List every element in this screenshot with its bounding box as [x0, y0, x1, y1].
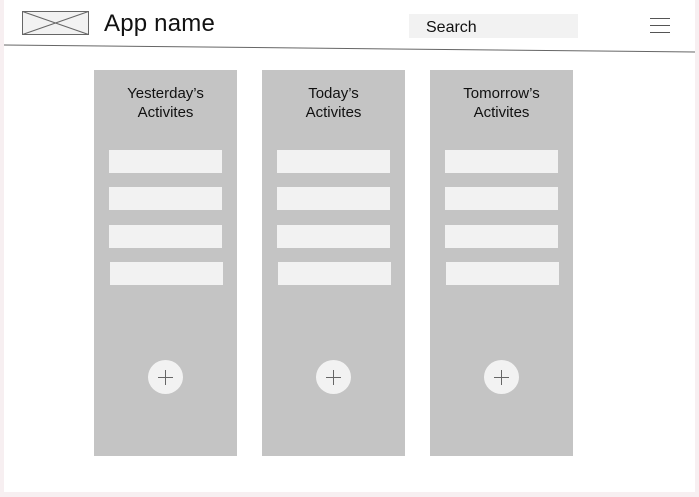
app-name: App name	[104, 10, 216, 37]
app-frame: App name Yesterday’s Activites Today’s A…	[4, 0, 696, 492]
plus-icon	[494, 370, 509, 385]
search-input[interactable]	[409, 14, 578, 38]
column-yesterday: Yesterday’s Activites	[94, 70, 237, 456]
task-item[interactable]	[445, 187, 558, 210]
column-today: Today’s Activites	[262, 70, 405, 456]
column-title: Tomorrow’s Activites	[463, 85, 540, 121]
column-title: Yesterday’s Activites	[127, 85, 204, 121]
task-item[interactable]	[445, 150, 558, 173]
task-item[interactable]	[109, 150, 222, 173]
plus-icon	[326, 370, 341, 385]
task-item[interactable]	[278, 262, 391, 285]
header-divider	[4, 44, 696, 53]
column-tomorrow: Tomorrow’s Activites	[430, 70, 573, 456]
task-item[interactable]	[109, 187, 222, 210]
add-activity-button[interactable]	[484, 360, 519, 394]
plus-icon	[158, 370, 173, 385]
task-item[interactable]	[277, 150, 390, 173]
add-activity-button[interactable]	[148, 360, 183, 394]
task-item[interactable]	[109, 225, 222, 248]
hamburger-menu-icon[interactable]	[650, 16, 670, 36]
image-placeholder-icon	[22, 11, 89, 35]
task-item[interactable]	[277, 225, 390, 248]
task-item[interactable]	[110, 262, 223, 285]
task-item[interactable]	[445, 225, 558, 248]
add-activity-button[interactable]	[316, 360, 351, 394]
task-item[interactable]	[446, 262, 559, 285]
column-title: Today’s Activites	[305, 85, 362, 121]
task-item[interactable]	[277, 187, 390, 210]
